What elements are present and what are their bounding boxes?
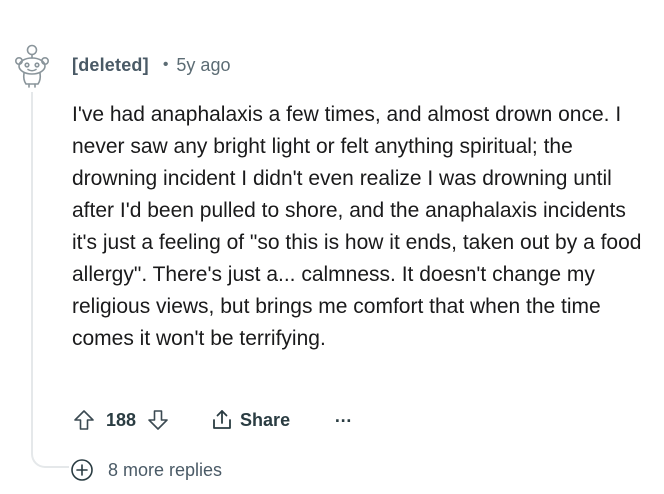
vote-score: 188 — [106, 409, 137, 430]
comment-timestamp[interactable]: 5y ago — [176, 55, 230, 76]
thread-line[interactable] — [31, 92, 33, 452]
comment-actions: 188 Share … — [68, 404, 353, 436]
downvote-button[interactable] — [142, 404, 174, 436]
more-options-button[interactable]: … — [334, 407, 353, 429]
meta-separator: • — [162, 56, 169, 73]
thread-line-curve — [31, 440, 69, 468]
reddit-snoo-icon — [15, 44, 49, 88]
more-replies-label: 8 more replies — [108, 459, 223, 480]
avatar — [10, 40, 54, 88]
share-icon — [213, 410, 231, 429]
plus-circle-icon — [71, 459, 93, 481]
comment-author[interactable]: [deleted] — [72, 55, 149, 76]
comment-body: I've had anaphalaxis a few times, and al… — [72, 103, 642, 350]
share-button[interactable]: Share — [210, 408, 290, 432]
share-label: Share — [240, 409, 291, 430]
upvote-arrow-icon — [74, 410, 94, 430]
comment-meta: [deleted] • 5y ago — [72, 53, 230, 77]
downvote-arrow-icon — [148, 410, 168, 430]
more-replies-button[interactable]: 8 more replies — [70, 456, 222, 484]
upvote-button[interactable] — [68, 404, 100, 436]
